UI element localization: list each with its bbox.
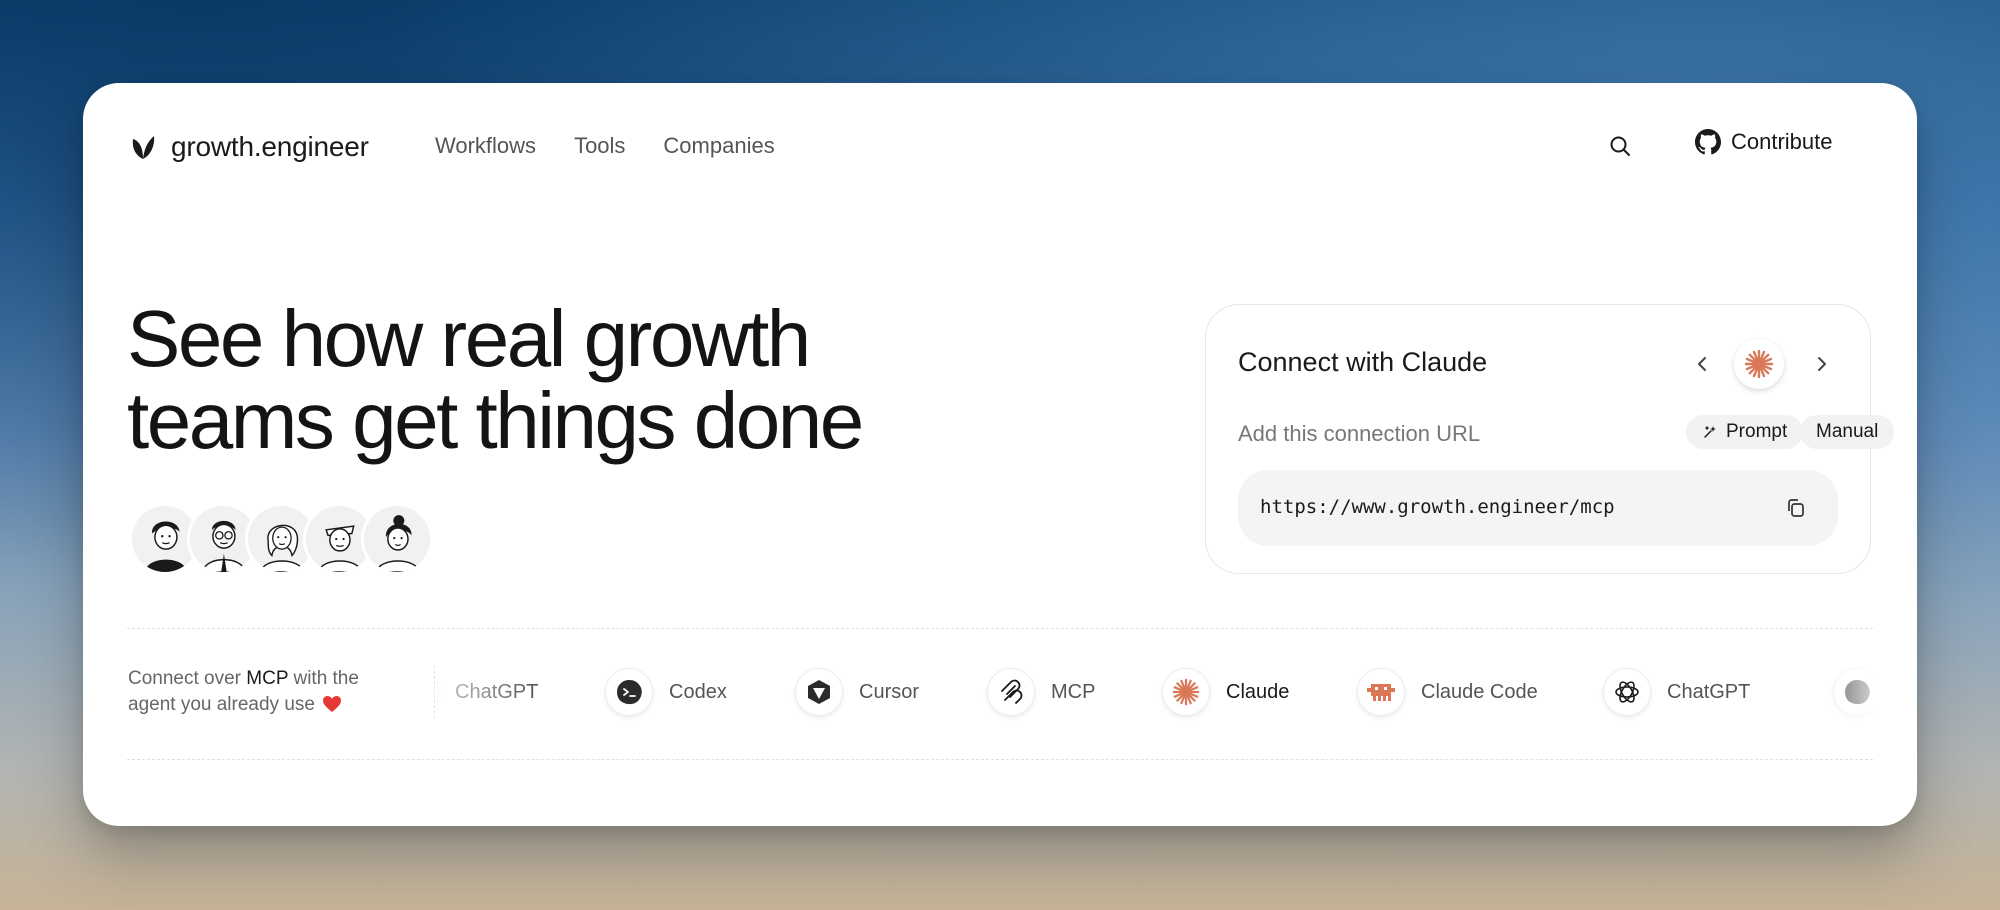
tool-label: Codex <box>669 680 727 703</box>
mcp-icon <box>987 668 1035 716</box>
avatar-group <box>129 503 433 575</box>
tool-cursor[interactable]: Cursor <box>795 668 919 716</box>
prompt-label: Prompt <box>1726 421 1788 442</box>
main-card: growth.engineer Workflows Tools Companie… <box>83 83 1917 826</box>
leaf-logo-icon <box>132 136 155 159</box>
hero-title-line-2: teams get things done <box>127 376 864 465</box>
avatar <box>361 503 433 575</box>
brand-name: growth.engineer <box>171 131 369 162</box>
tool-label: ChatGPT <box>1667 680 1751 703</box>
strip-caption-mcp: MCP <box>246 668 289 689</box>
tool-label: Claude <box>1226 680 1290 703</box>
search-icon <box>1610 136 1630 156</box>
manual-label: Manual <box>1816 421 1879 442</box>
cursor-icon <box>795 668 843 716</box>
contribute-button[interactable]: Contribute <box>1695 129 1833 155</box>
tool-chatgpt[interactable]: ChatGPT <box>1603 668 1750 716</box>
sparkle-icon <box>1704 426 1716 438</box>
nav-item-companies[interactable]: Companies <box>663 133 774 159</box>
copy-url-button[interactable] <box>1782 494 1810 522</box>
divider-bottom <box>127 759 1873 760</box>
divider-top <box>127 628 1873 629</box>
heart-icon <box>323 696 342 712</box>
next-agent-button[interactable] <box>1808 351 1834 377</box>
selected-agent-claude[interactable] <box>1734 339 1784 389</box>
nav-item-workflows[interactable]: Workflows <box>435 133 536 159</box>
nav-item-tools[interactable]: Tools <box>574 133 625 159</box>
hero-title-line-1: See how real growth <box>127 294 811 383</box>
codex-icon <box>1833 668 1874 716</box>
connect-title: Connect with Claude <box>1238 347 1488 377</box>
tool-codex[interactable]: Codex <box>605 668 727 716</box>
contribute-label: Contribute <box>1731 129 1833 154</box>
tool-claude[interactable]: Claude <box>1162 668 1289 716</box>
connect-subtitle: Add this connection URL <box>1238 421 1481 446</box>
openai-icon <box>437 668 439 716</box>
connection-url-field[interactable]: https://www.growth.engineer/mcp <box>1238 470 1838 546</box>
connection-url: https://www.growth.engineer/mcp <box>1260 496 1615 518</box>
tool-chatgpt[interactable]: ChatGPT <box>437 668 538 716</box>
claude-icon <box>1162 668 1210 716</box>
tool-label: Claude Code <box>1421 680 1538 703</box>
manual-button[interactable]: Manual <box>1800 415 1895 449</box>
tool-claude-code[interactable]: Claude Code <box>1357 668 1538 716</box>
tool-label: Cursor <box>859 680 920 703</box>
tool-label: MCP <box>1051 680 1096 703</box>
github-icon <box>1695 129 1721 155</box>
tool-codex-partial[interactable] <box>1833 668 1874 716</box>
claude-icon <box>1744 349 1774 379</box>
main-nav: Workflows Tools Companies <box>435 133 775 159</box>
tool-label: ChatGPT <box>455 680 539 703</box>
strip-caption: Connect over MCP with the agent you alre… <box>128 666 398 718</box>
openai-icon <box>1603 668 1651 716</box>
chevron-left-icon <box>1698 357 1706 371</box>
hero-title: See how real growth teams get things don… <box>127 298 1027 462</box>
claude-code-icon <box>1357 668 1405 716</box>
connect-panel: Connect with Claude Add this connection … <box>1205 304 1895 574</box>
agent-marquee: ChatGPT Codex Cursor MCP Claude Claude C… <box>437 663 1874 723</box>
tool-mcp[interactable]: MCP <box>987 668 1095 716</box>
search-button[interactable] <box>1603 129 1637 163</box>
chevron-right-icon <box>1818 357 1826 371</box>
strip-caption-prefix: Connect over <box>128 668 247 689</box>
prompt-button[interactable]: Prompt <box>1686 415 1804 449</box>
copy-icon <box>1788 499 1804 517</box>
previous-agent-button[interactable] <box>1690 351 1716 377</box>
brand-logo[interactable]: growth.engineer <box>129 131 369 163</box>
codex-icon <box>605 668 653 716</box>
strip-separator <box>434 666 435 718</box>
